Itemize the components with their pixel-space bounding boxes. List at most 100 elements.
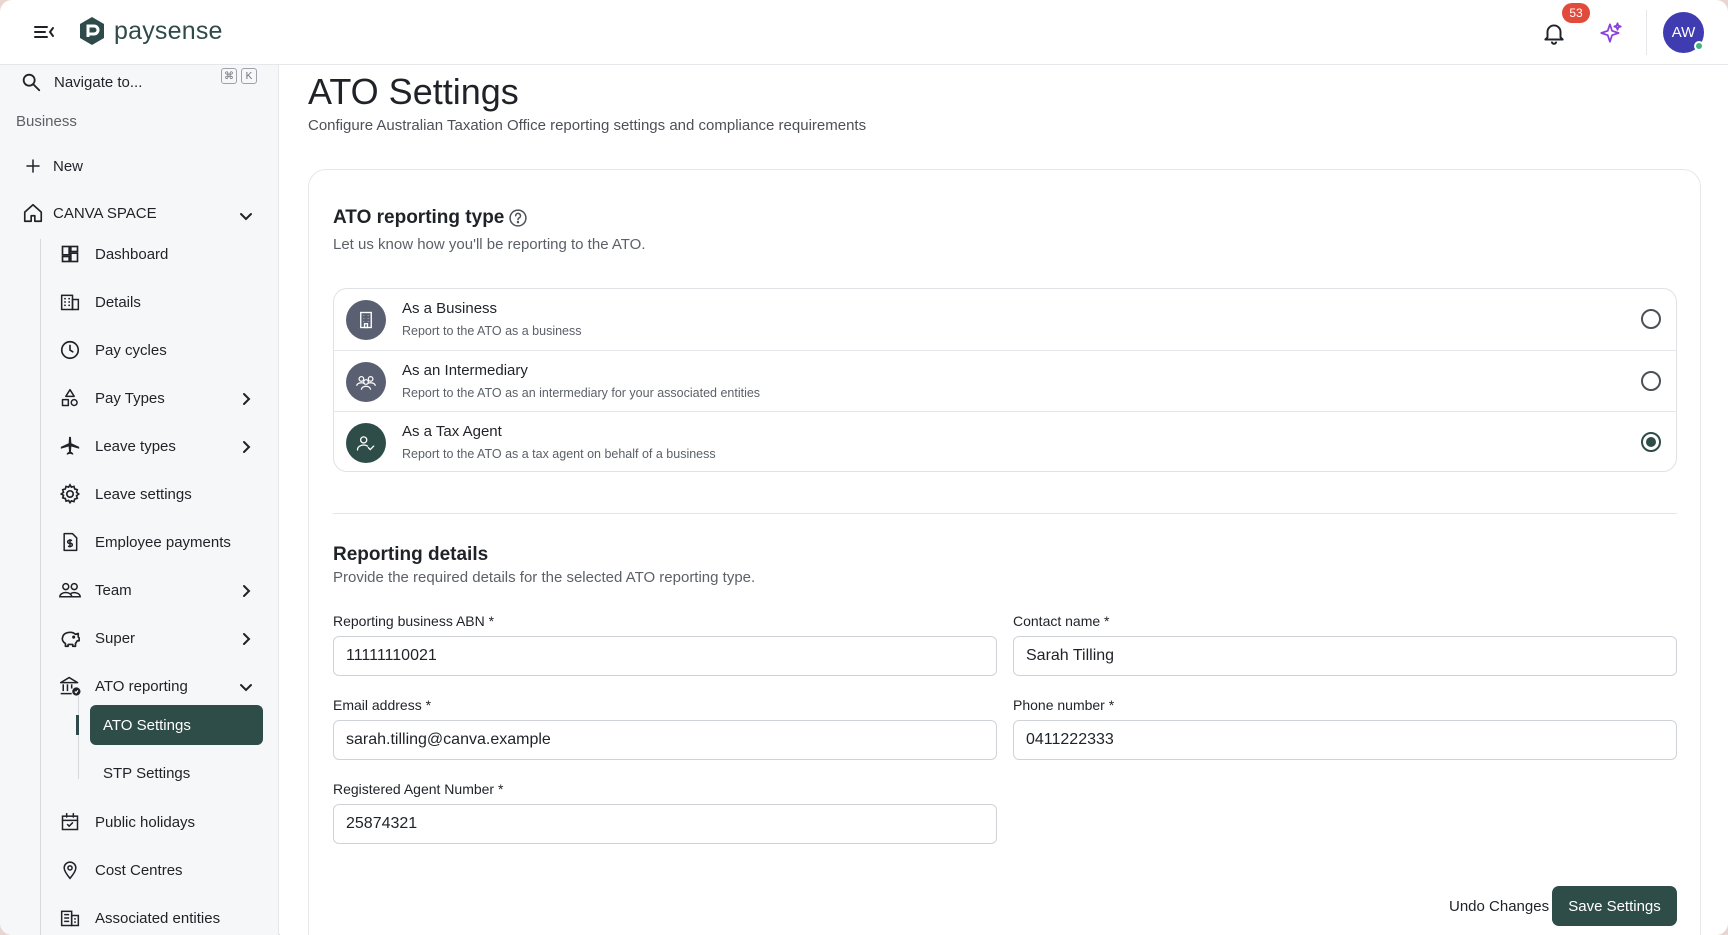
email-input[interactable] — [333, 720, 997, 760]
search-icon — [22, 73, 41, 92]
user-avatar[interactable]: AW — [1663, 12, 1704, 53]
sidebar-item-label: Team — [95, 581, 132, 599]
sidebar-item-label: Details — [95, 293, 141, 311]
ato-subtree-line — [78, 695, 79, 779]
option-as-business[interactable]: As a Business Report to the ATO as a bus… — [334, 289, 1676, 350]
notification-count-badge: 53 — [1562, 3, 1590, 23]
option-as-intermediary[interactable]: As an Intermediary Report to the ATO as … — [334, 350, 1676, 411]
phone-label: Phone number * — [1013, 697, 1115, 713]
shortcut-cmd-key: ⌘ — [221, 68, 237, 84]
sidebar-subitem-stp-settings[interactable]: STP Settings — [90, 753, 263, 793]
sidebar-item-associated-entities[interactable]: Associated entities — [59, 901, 220, 935]
shapes-icon — [59, 387, 81, 409]
contact-name-input[interactable] — [1013, 636, 1677, 676]
building-icon — [59, 291, 81, 313]
piggy-bank-icon — [59, 627, 81, 649]
paysense-logo-icon — [80, 17, 104, 45]
chevron-down-icon[interactable] — [238, 679, 254, 695]
sidebar-item-team[interactable]: Team — [59, 573, 132, 607]
sidebar-item-leave-types[interactable]: Leave types — [59, 429, 176, 463]
sidebar-item-label: Pay Types — [95, 389, 165, 407]
radio-as-intermediary[interactable] — [1641, 371, 1661, 391]
chevron-right-icon[interactable] — [238, 631, 254, 647]
navigate-search-label: Navigate to... — [54, 73, 143, 91]
page-title: ATO Settings — [308, 71, 519, 112]
avatar-initials: AW — [1671, 24, 1696, 41]
agent-number-input[interactable] — [333, 804, 997, 844]
topbar-divider — [1646, 10, 1647, 55]
sidebar-item-label: Pay cycles — [95, 341, 167, 359]
sidebar-item-details[interactable]: Details — [59, 285, 141, 319]
dashboard-icon — [59, 243, 81, 265]
sidebar-item-label: Employee payments — [95, 533, 231, 551]
sidebar-item-leave-settings[interactable]: Leave settings — [59, 477, 192, 511]
brand-logo[interactable]: paysense — [78, 16, 223, 46]
sidebar-item-label: New — [53, 157, 84, 175]
section-divider — [333, 513, 1677, 514]
sidebar-item-label: Dashboard — [95, 245, 169, 263]
office-building-icon — [346, 300, 386, 340]
option-description: Report to the ATO as a tax agent on beha… — [402, 447, 716, 461]
sidebar-subitem-ato-settings[interactable]: ATO Settings — [90, 705, 263, 745]
sidebar: Navigate to... ⌘ K Business New CANVA SP… — [0, 65, 279, 935]
chevron-right-icon[interactable] — [238, 391, 254, 407]
location-pin-icon — [59, 859, 81, 881]
reporting-details-title: Reporting details — [333, 544, 489, 565]
sidebar-item-label: Public holidays — [95, 813, 196, 831]
sidebar-item-label: Associated entities — [95, 909, 221, 927]
chevron-right-icon[interactable] — [238, 439, 254, 455]
clock-icon — [59, 339, 81, 361]
save-settings-button[interactable]: Save Settings — [1552, 886, 1677, 926]
sidebar-tree-line — [40, 239, 41, 935]
workspace-name: CANVA SPACE — [53, 204, 157, 222]
sidebar-item-new[interactable]: New — [22, 149, 83, 183]
abn-label: Reporting business ABN * — [333, 613, 495, 629]
chevron-right-icon[interactable] — [238, 583, 254, 599]
option-title: As a Business — [402, 300, 498, 317]
page-subtitle: Configure Australian Taxation Office rep… — [308, 117, 867, 134]
contact-name-label: Contact name * — [1013, 613, 1110, 629]
abn-input[interactable] — [333, 636, 997, 676]
dollar-document-icon — [59, 531, 81, 553]
sidebar-item-label: ATO reporting — [95, 677, 188, 695]
reporting-type-options: As a Business Report to the ATO as a bus… — [333, 288, 1677, 472]
sidebar-item-dashboard[interactable]: Dashboard — [59, 237, 168, 271]
sidebar-item-pay-cycles[interactable]: Pay cycles — [59, 333, 167, 367]
sidebar-item-pay-types[interactable]: Pay Types — [59, 381, 165, 415]
online-status-dot — [1694, 41, 1704, 51]
option-as-tax-agent[interactable]: As a Tax Agent Report to the ATO as a ta… — [334, 411, 1676, 471]
sidebar-item-label: Cost Centres — [95, 861, 183, 879]
bank-check-icon — [59, 675, 81, 697]
shortcut-k-key: K — [241, 68, 257, 84]
sidebar-section-business: Business — [16, 113, 77, 130]
notifications-bell-icon[interactable] — [1541, 20, 1567, 46]
option-description: Report to the ATO as a business — [402, 324, 582, 338]
phone-input[interactable] — [1013, 720, 1677, 760]
radio-as-tax-agent[interactable] — [1641, 432, 1661, 452]
sidebar-item-public-holidays[interactable]: Public holidays — [59, 805, 195, 839]
option-description: Report to the ATO as an intermediary for… — [402, 386, 761, 400]
sidebar-workspace-canva-space[interactable]: CANVA SPACE — [22, 196, 157, 230]
email-label: Email address * — [333, 697, 432, 713]
agent-number-label: Registered Agent Number * — [333, 781, 504, 797]
team-icon — [59, 579, 81, 601]
calendar-check-icon — [59, 811, 81, 833]
brand-name: paysense — [114, 16, 223, 45]
sidebar-item-cost-centres[interactable]: Cost Centres — [59, 853, 183, 887]
sidebar-item-super[interactable]: Super — [59, 621, 135, 655]
help-circle-icon[interactable] — [508, 208, 528, 228]
radio-as-business[interactable] — [1641, 309, 1661, 329]
top-bar: paysense 53 AW — [0, 0, 1728, 65]
chevron-down-icon[interactable] — [238, 208, 254, 224]
reporting-type-subtitle: Let us know how you'll be reporting to t… — [333, 236, 646, 253]
undo-changes-button[interactable]: Undo Changes — [1449, 886, 1549, 926]
sidebar-item-label: Leave settings — [95, 485, 192, 503]
group-users-icon — [346, 362, 386, 402]
app-window: paysense 53 AW Navigate to... ⌘ K Busine… — [0, 0, 1728, 935]
collapse-menu-icon[interactable] — [32, 20, 56, 44]
plus-icon — [22, 155, 44, 177]
ai-sparkle-icon[interactable] — [1598, 20, 1624, 46]
active-indicator — [76, 715, 79, 735]
sidebar-item-employee-payments[interactable]: Employee payments — [59, 525, 231, 559]
option-title: As an Intermediary — [402, 362, 528, 379]
